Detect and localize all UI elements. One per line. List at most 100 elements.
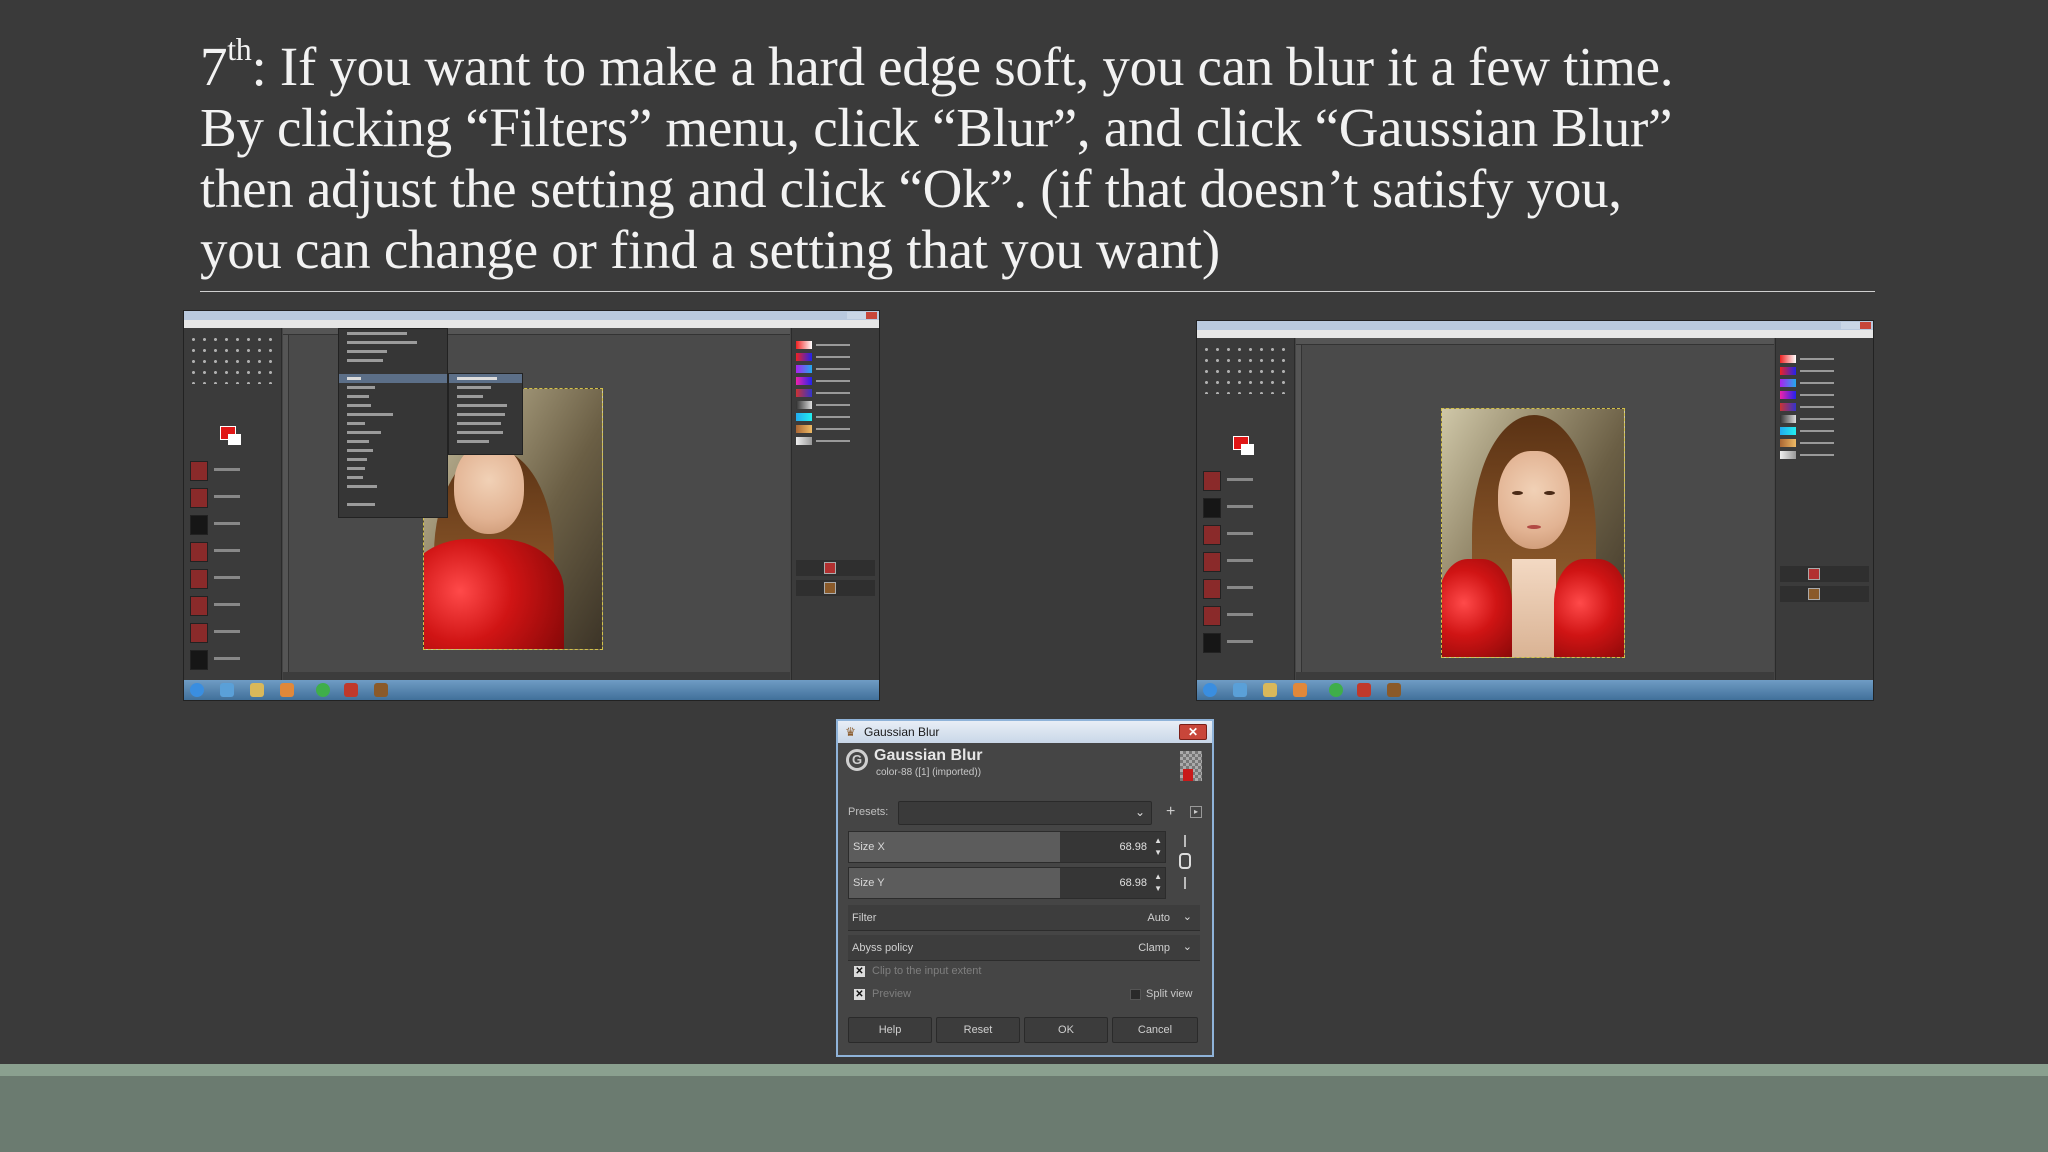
image-canvas: [1296, 338, 1774, 680]
list-item: [1201, 468, 1287, 494]
gaussian-blur-menu-item: [449, 374, 522, 383]
taskbar-app-icon: [1329, 683, 1343, 697]
status-bar: [283, 672, 790, 680]
ok-button[interactable]: OK: [1024, 1017, 1108, 1043]
layer-thumbnail: [1180, 751, 1202, 781]
size-x-label: Size X: [853, 841, 885, 853]
title-line-4: you can change or find a setting that yo…: [200, 219, 1220, 280]
footer-band: [0, 1064, 2048, 1152]
blur-submenu: [448, 373, 523, 455]
preview-label: Preview: [872, 988, 912, 1000]
list-item: [188, 566, 274, 592]
brush-list: [1201, 468, 1287, 672]
layer-row: [1780, 586, 1869, 602]
split-view-label: Split view: [1146, 988, 1193, 1000]
size-y-slider[interactable]: Size Y 68.98 ▲ ▼: [848, 867, 1166, 899]
layer-row: [796, 580, 875, 596]
taskbar-app-icon: [1233, 683, 1247, 697]
list-item: [188, 458, 274, 484]
image-canvas: [283, 328, 790, 680]
window-controls: [1841, 322, 1871, 329]
taskbar-app-icon: [374, 683, 388, 697]
title-ordinal-suffix: th: [227, 30, 252, 67]
presets-row: Presets: ⌄ + ▸: [848, 801, 1204, 825]
chevron-down-icon: ⌄: [1134, 805, 1145, 819]
close-button[interactable]: ✕: [1179, 724, 1207, 740]
os-taskbar: [1197, 680, 1873, 700]
vertical-ruler: [283, 335, 289, 680]
title-line-3: then adjust the setting and click “Ok”. …: [200, 158, 1622, 219]
filter-dropdown[interactable]: Filter Auto ⌄: [848, 905, 1200, 931]
chain-link-icon[interactable]: [1176, 831, 1196, 897]
taskbar-app-icon: [344, 683, 358, 697]
checkbox-checked-icon: ✕: [854, 966, 865, 977]
gegl-logo-icon: G: [846, 749, 868, 771]
title-ordinal: 7: [200, 36, 228, 97]
add-preset-icon[interactable]: +: [1166, 803, 1175, 821]
toolbox-panel: [184, 328, 282, 680]
size-y-value: 68.98: [1119, 877, 1147, 889]
window-titlebar: [1197, 321, 1873, 330]
filter-label: Filter: [852, 912, 877, 924]
size-x-slider[interactable]: Size X 68.98 ▲ ▼: [848, 831, 1166, 863]
taskbar-app-icon: [1357, 683, 1371, 697]
reset-button[interactable]: Reset: [936, 1017, 1020, 1043]
split-view-checkbox[interactable]: Split view: [1130, 987, 1206, 1003]
spin-arrows-icon[interactable]: ▲ ▼: [1154, 835, 1162, 859]
list-item: [188, 593, 274, 619]
os-taskbar: [184, 680, 879, 700]
spin-arrows-icon[interactable]: ▲ ▼: [1154, 871, 1162, 895]
dialog-header-subtitle: color-88 ([1] (imported)): [876, 767, 982, 778]
gimp-app-icon: ♛: [845, 725, 856, 739]
layer-row: [1780, 566, 1869, 582]
abyss-policy-value: Clamp: [1138, 942, 1170, 954]
window-titlebar: [184, 311, 879, 320]
list-item: [188, 647, 274, 673]
preset-menu-icon[interactable]: ▸: [1190, 806, 1202, 818]
gimp-menubar: [1197, 330, 1873, 338]
brush-list: [188, 458, 274, 672]
title-line-2: By clicking “Filters” menu, click “Blur”…: [200, 97, 1673, 158]
portrait-image: [1441, 408, 1625, 658]
list-item: [1201, 549, 1287, 575]
list-item: [1201, 603, 1287, 629]
taskbar-app-icon: [1263, 683, 1277, 697]
title-line-1-text: : If you want to make a hard edge soft, …: [251, 36, 1674, 97]
background-color-swatch: [228, 434, 241, 445]
abyss-policy-dropdown[interactable]: Abyss policy Clamp ⌄: [848, 935, 1200, 961]
window-close-icon: [866, 312, 877, 319]
list-item: [1201, 495, 1287, 521]
cancel-button[interactable]: Cancel: [1112, 1017, 1198, 1043]
screenshot-blur-result: [1196, 320, 1874, 701]
tool-icons: [1201, 344, 1289, 394]
chevron-down-icon: ⌄: [1182, 911, 1192, 923]
start-icon: [1203, 683, 1217, 697]
filters-menu: [338, 328, 448, 518]
dialog-header-title: Gaussian Blur: [874, 747, 983, 764]
abyss-policy-label: Abyss policy: [852, 942, 914, 954]
taskbar-app-icon: [250, 683, 264, 697]
taskbar-app-icon: [1387, 683, 1401, 697]
layer-row: [796, 560, 875, 576]
checkbox-unchecked-icon: [1130, 989, 1141, 1000]
taskbar-app-icon: [280, 683, 294, 697]
status-bar: [1296, 672, 1774, 680]
presets-dropdown[interactable]: ⌄: [898, 801, 1152, 825]
title-line-1: 7th: If you want to make a hard edge sof…: [200, 33, 1900, 97]
right-dock: [1775, 338, 1873, 680]
list-item: [188, 485, 274, 511]
size-y-label: Size Y: [853, 877, 885, 889]
dialog-header: G Gaussian Blur color-88 ([1] (imported)…: [838, 743, 1212, 787]
filter-value: Auto: [1147, 912, 1170, 924]
checkbox-checked-icon: ✕: [854, 989, 865, 1000]
list-item: [188, 512, 274, 538]
right-dock: [791, 328, 879, 680]
close-icon: ✕: [1187, 725, 1199, 739]
footer-band-accent: [0, 1064, 2048, 1076]
start-icon: [190, 683, 204, 697]
list-item: [188, 620, 274, 646]
vertical-ruler: [1296, 345, 1302, 680]
help-button[interactable]: Help: [848, 1017, 932, 1043]
size-x-value: 68.98: [1119, 841, 1147, 853]
background-color-swatch: [1241, 444, 1254, 455]
